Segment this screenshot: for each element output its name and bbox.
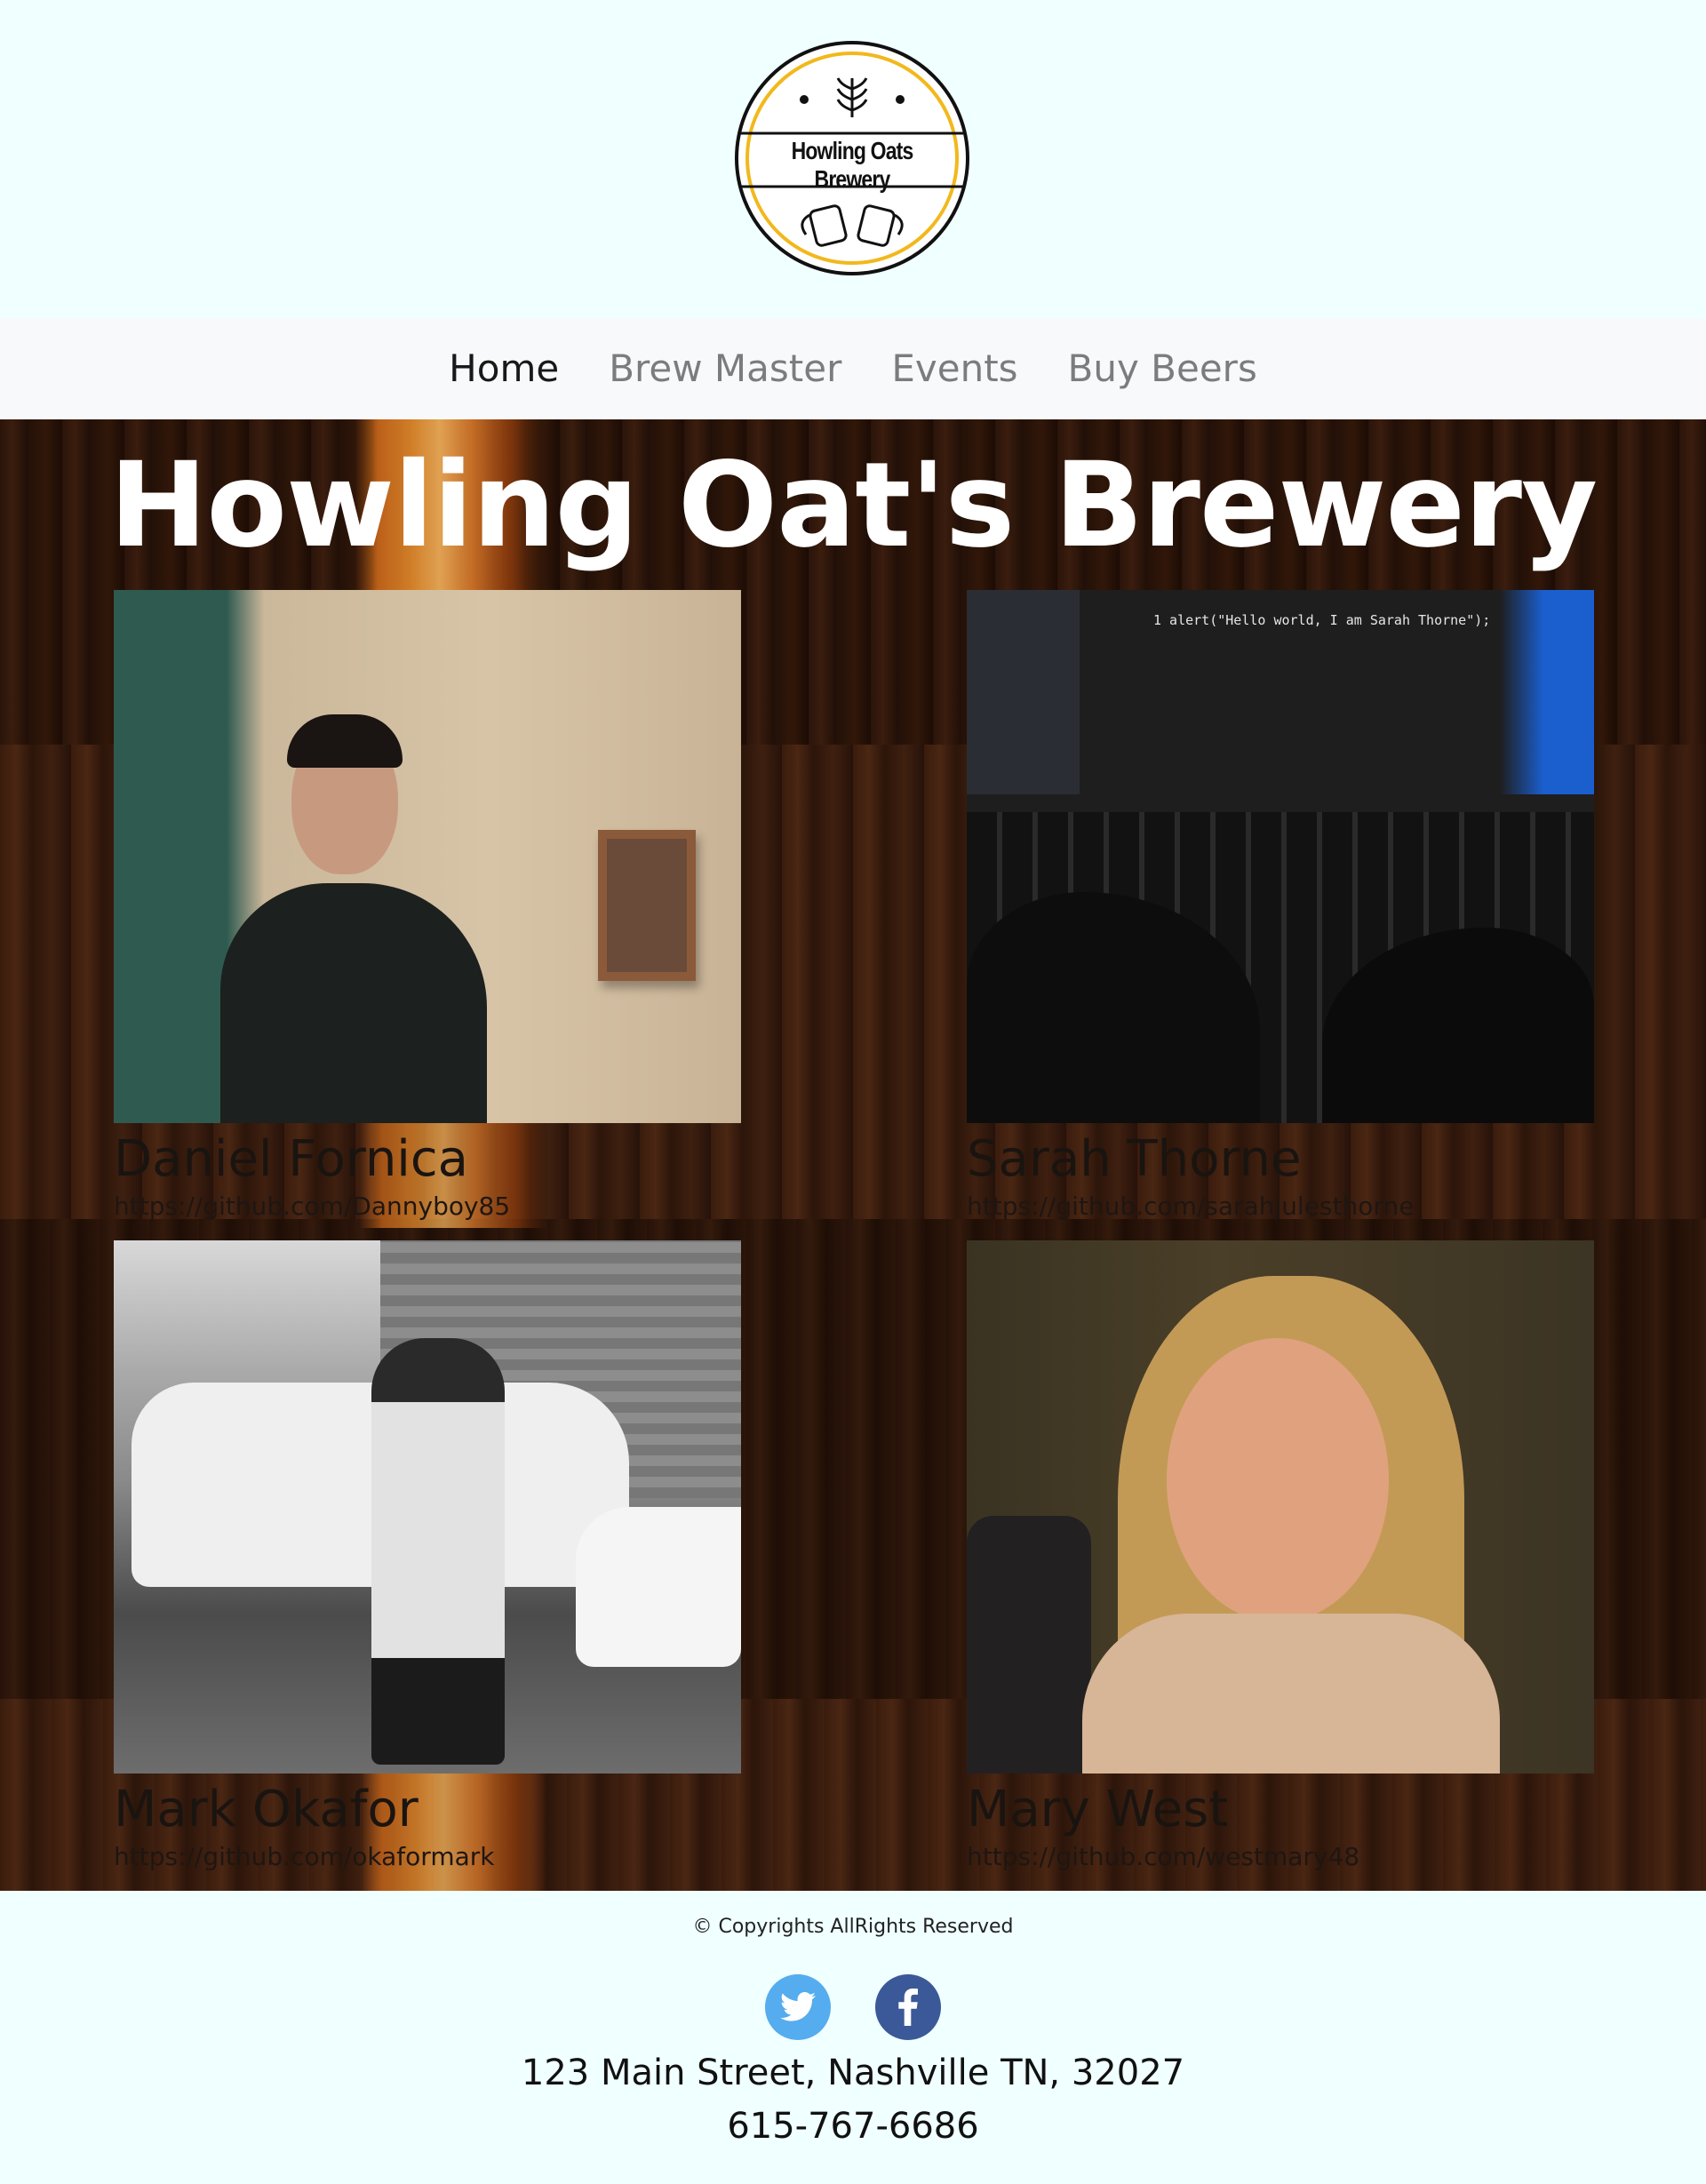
social-links [0,1974,1706,2040]
github-link[interactable]: https://github.com/westmary48 [967,1841,1594,1873]
team-card: Mary West https://github.com/westmary48 [967,1240,1594,1873]
team-member-name: Mark Okafor [114,1781,419,1838]
facebook-button[interactable] [875,1974,941,2040]
team-photo-daniel [114,590,741,1123]
nav-buy-beers[interactable]: Buy Beers [1043,318,1282,419]
hero-section: Howling Oat's Brewery Daniel Fornica htt… [0,419,1706,1891]
page-footer: © Copyrights AllRights Reserved 123 Main… [0,1891,1706,2184]
team-member-name: Sarah Thorne [967,1130,1302,1188]
team-photo-mary [967,1240,1594,1774]
team-card: Mark Okafor https://github.com/okaformar… [114,1240,741,1873]
nav-home[interactable]: Home [424,318,584,419]
nav-brew-master[interactable]: Brew Master [584,318,866,419]
team-photo-mark [114,1240,741,1774]
brewery-logo[interactable]: Howling Oats Brewery [731,37,973,279]
team-photo-sarah: 1 alert("Hello world, I am Sarah Thorne"… [967,590,1594,1123]
hero-title: Howling Oat's Brewery [108,437,1598,574]
github-link[interactable]: https://github.com/sarahjulesthorne [967,1191,1594,1223]
phone-text: 615-767-6686 [727,2106,979,2147]
person-silhouette [371,1338,505,1765]
person-dress [1082,1614,1500,1774]
person-face [1167,1338,1389,1622]
car [576,1507,741,1667]
main-navbar: Home Brew Master Events Buy Beers [0,318,1706,419]
person-silhouette [220,883,487,1123]
twitter-icon [780,1992,816,2021]
twitter-button[interactable] [765,1974,831,2040]
team-member-name: Daniel Fornica [114,1130,468,1188]
logo-text: Howling Oats Brewery [791,137,914,193]
person-hair [287,714,403,768]
copyright-text: © Copyrights AllRights Reserved [692,1916,1014,1938]
team-member-name: Mary West [967,1781,1229,1838]
address-text: 123 Main Street, Nashville TN, 32027 [521,2052,1185,2093]
github-link[interactable]: https://github.com/okaformark [114,1841,741,1873]
painting [598,830,696,981]
github-link[interactable]: https://github.com/Dannyboy85 [114,1191,741,1223]
nav-events[interactable]: Events [866,318,1042,419]
logo-band: Howling Oats Brewery [0,0,1706,318]
team-card: 1 alert("Hello world, I am Sarah Thorne"… [967,590,1594,1223]
facebook-icon [898,1989,918,2026]
team-card: Daniel Fornica https://github.com/Dannyb… [114,590,741,1223]
sofa [967,1516,1091,1774]
code-line: 1 alert("Hello world, I am Sarah Thorne"… [1153,612,1491,628]
